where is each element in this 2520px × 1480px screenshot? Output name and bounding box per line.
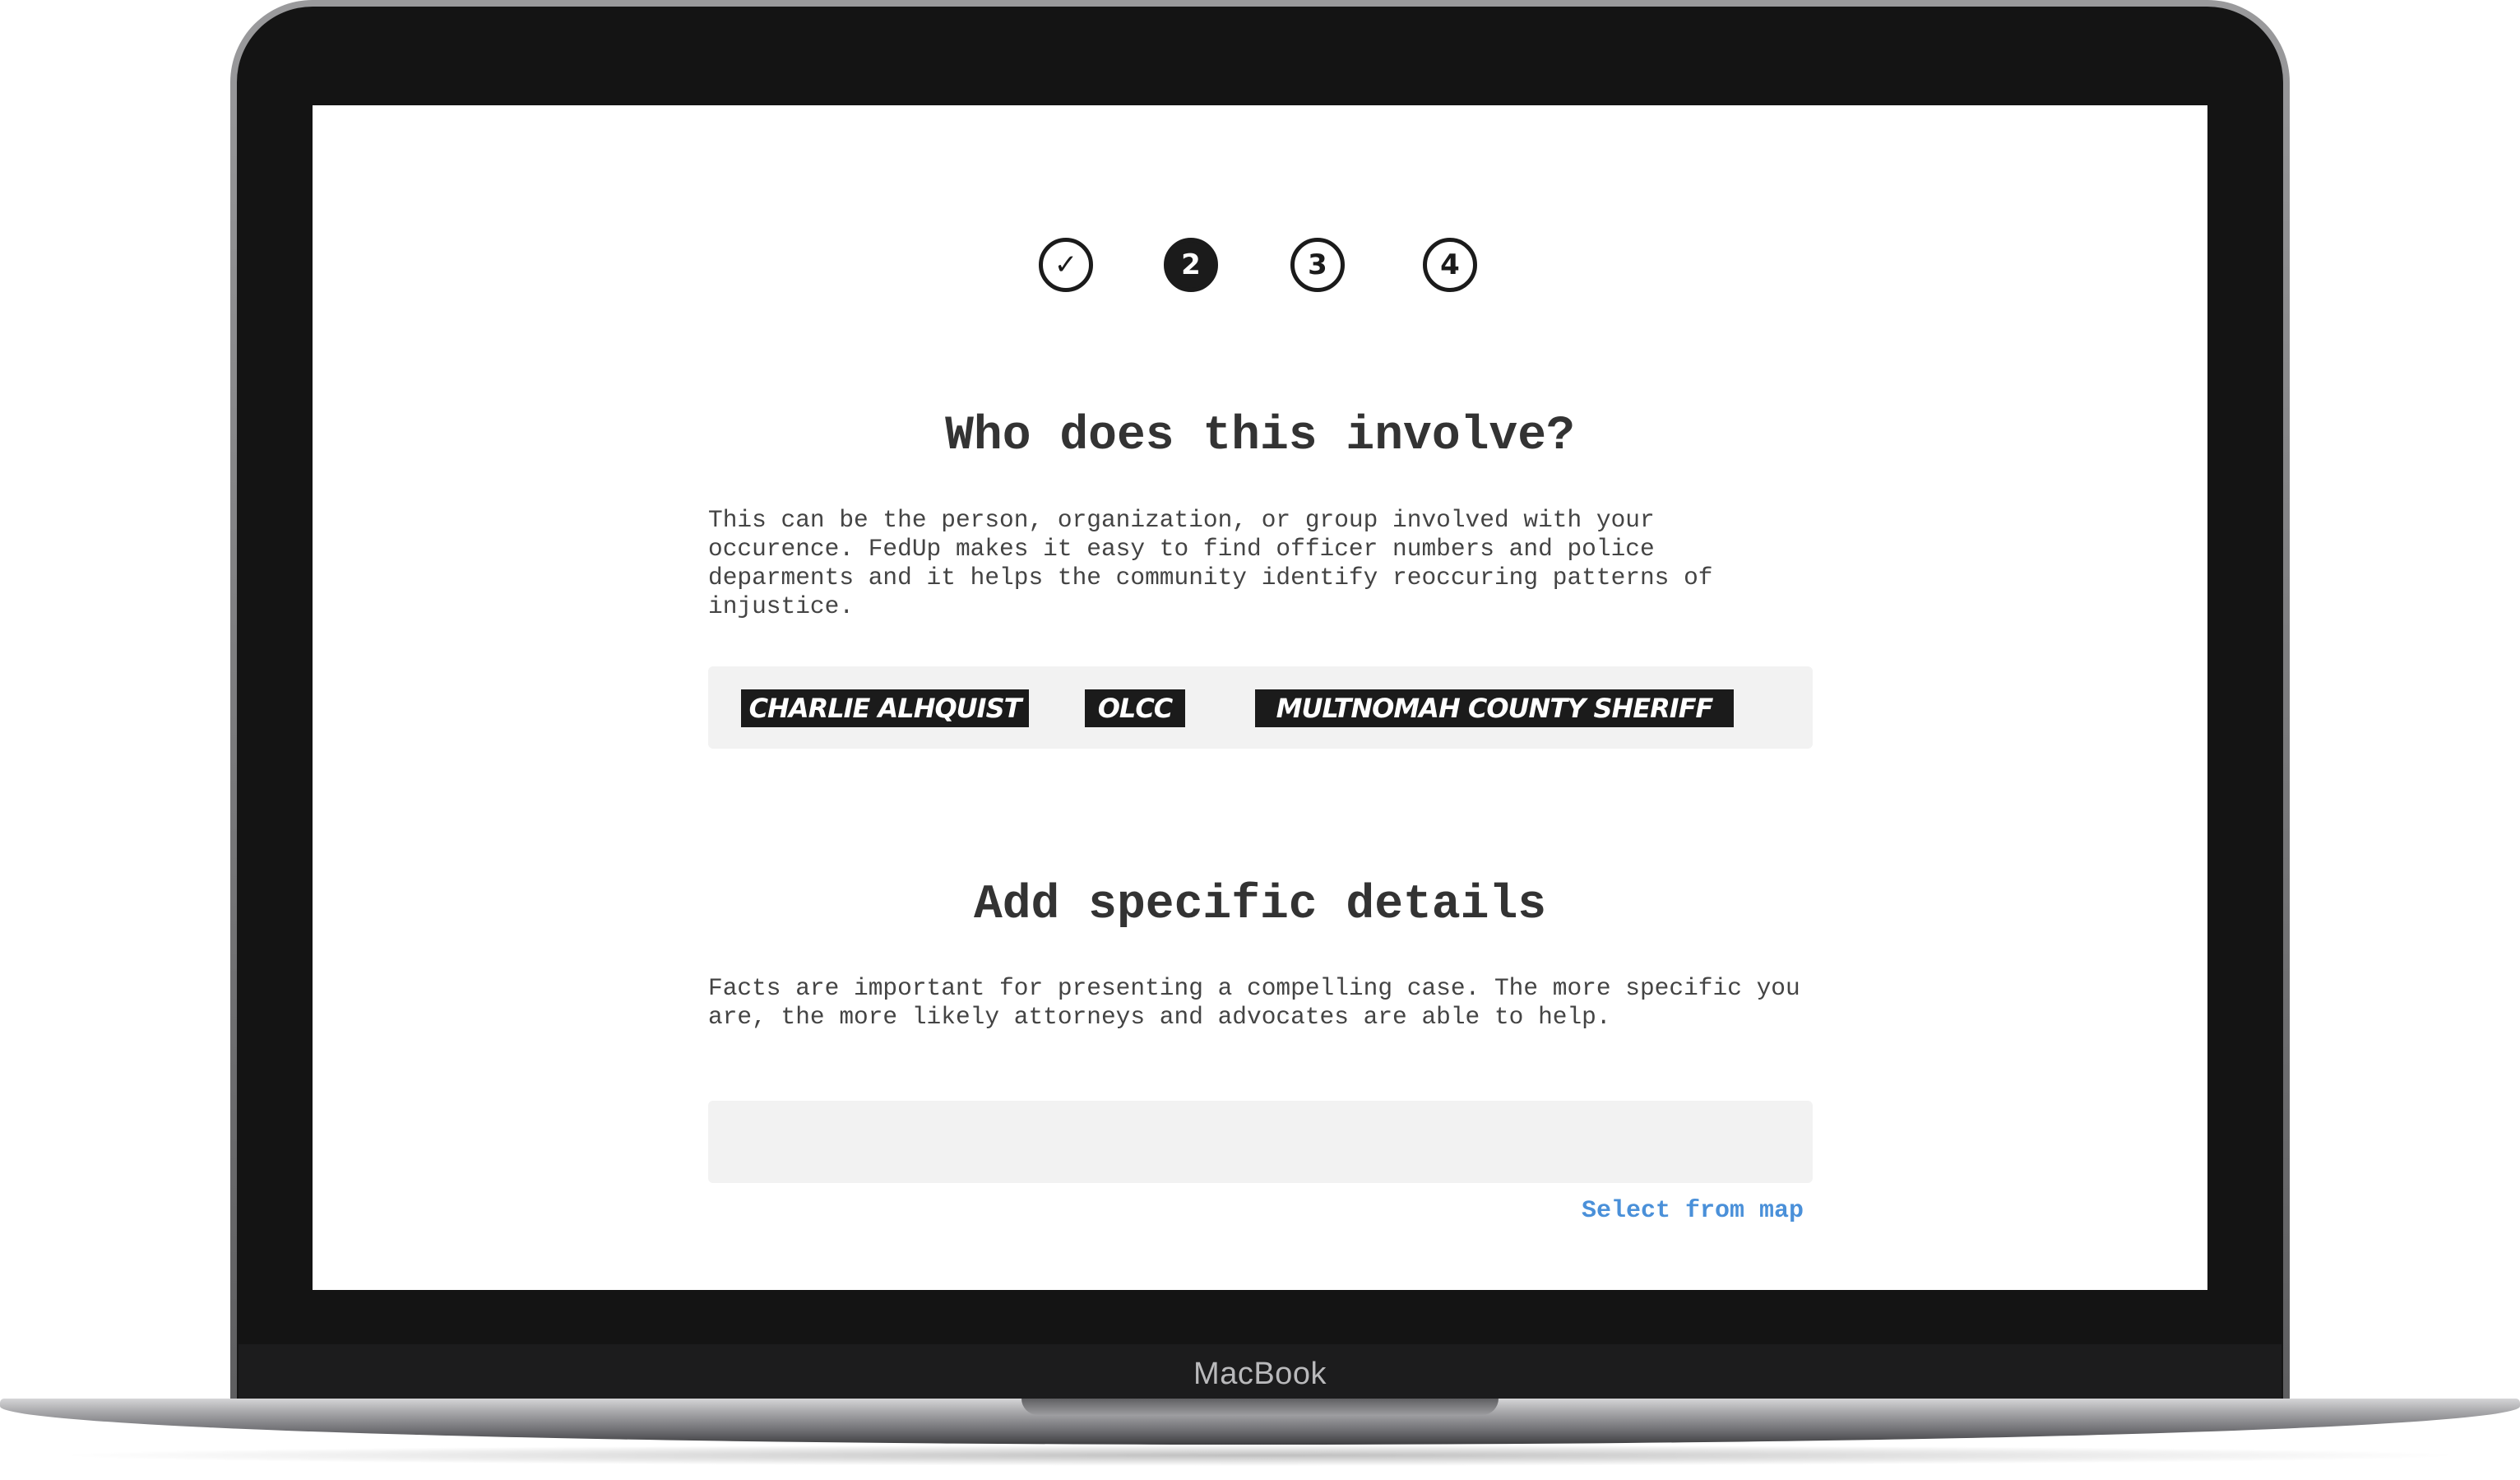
select-from-map-link[interactable]: Select from map — [1546, 1197, 1804, 1225]
step-1-completed[interactable]: ✓ — [1039, 238, 1093, 292]
progress-stepper: ✓ 2 3 4 — [313, 238, 2207, 295]
involve-heading: Who does this involve? — [945, 410, 1575, 463]
details-description: Facts are important for presenting a com… — [708, 974, 1800, 1031]
involved-tag[interactable]: OLCC — [1085, 689, 1185, 727]
laptop-screen: ✓ 2 3 4 Who does this involve? This can … — [313, 105, 2207, 1290]
laptop-base-notch — [1021, 1399, 1499, 1415]
step-4[interactable]: 4 — [1423, 238, 1477, 292]
step-3[interactable]: 3 — [1290, 238, 1345, 292]
step-4-label: 4 — [1440, 248, 1460, 281]
step-2-active[interactable]: 2 — [1164, 238, 1218, 292]
details-input[interactable] — [708, 1101, 1813, 1183]
involved-tag[interactable]: Charlie Alhquist — [741, 689, 1029, 727]
checkmark-icon: ✓ — [1054, 248, 1078, 281]
involved-tag[interactable]: Multnomah County Sheriff — [1255, 689, 1734, 727]
details-heading: Add specific details — [973, 879, 1547, 932]
step-2-label: 2 — [1181, 248, 1201, 281]
involve-description: This can be the person, organization, or… — [708, 506, 1713, 620]
step-3-label: 3 — [1308, 248, 1327, 281]
laptop-shadow — [49, 1445, 2471, 1466]
involved-tags-field[interactable]: Charlie Alhquist OLCC Multnomah County S… — [708, 666, 1813, 749]
laptop-brand-label: MacBook — [1193, 1357, 1327, 1391]
